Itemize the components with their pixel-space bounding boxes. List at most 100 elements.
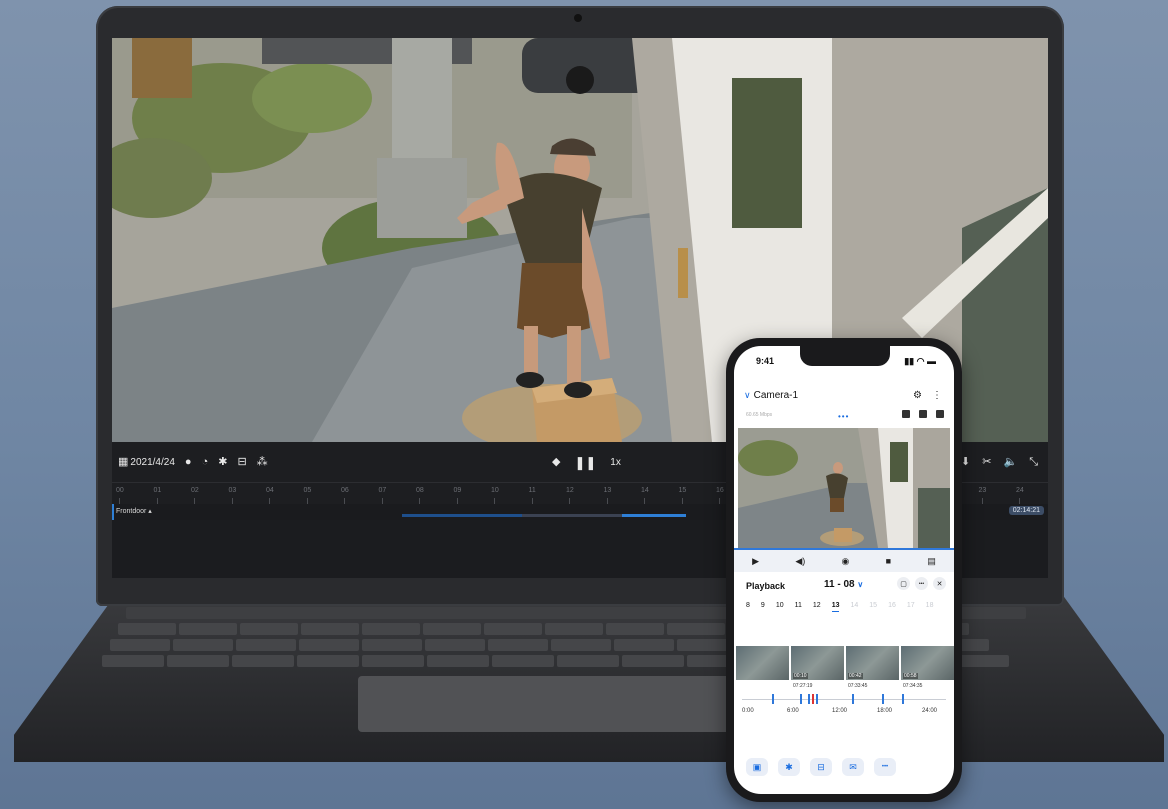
volume-icon[interactable]: 🔈 <box>1003 456 1017 468</box>
clip-duration: 00:58 <box>903 673 918 679</box>
chevron-down-icon: ∨ <box>857 580 864 589</box>
keyboard-key <box>622 655 684 667</box>
keyboard-key <box>118 623 176 635</box>
snapshot-icon[interactable]: ● <box>185 456 192 468</box>
motion-camera-button[interactable]: ▣ <box>746 758 768 776</box>
keyboard-key <box>492 655 554 667</box>
clip-duration: 00:10 <box>793 673 808 679</box>
day-option[interactable]: 16 <box>888 602 896 609</box>
clip-icon[interactable]: ◆ <box>552 456 560 468</box>
battery-icon[interactable] <box>936 410 944 418</box>
phone-screen: 9:41 ▮▮ ◠ ▬ ∨ Camera-1 ⚙ ⋮ 60.65 Mbps ••… <box>734 346 954 794</box>
event-marker[interactable] <box>816 694 818 704</box>
play-button[interactable]: ▶ <box>752 556 759 567</box>
close-icon[interactable]: ✕ <box>933 577 946 590</box>
clip-duration: 00:42 <box>848 673 863 679</box>
day-option[interactable]: 11 <box>795 602 802 609</box>
pause-button[interactable]: ❚❚ <box>574 456 596 469</box>
ellipsis-icon[interactable]: ••• <box>915 577 928 590</box>
phone-timeline[interactable] <box>742 694 946 704</box>
vehicle-detect-button[interactable]: ⊟ <box>810 758 832 776</box>
chevron-down-icon: ∨ <box>744 390 751 400</box>
event-thumbnail[interactable]: 00:10 07:27:19 <box>791 646 844 689</box>
cut-icon[interactable]: ✂ <box>982 456 991 468</box>
keyboard-key <box>425 639 485 651</box>
download-icon[interactable]: ⬇ <box>961 456 970 468</box>
timeline-label: 6:00 <box>787 708 799 714</box>
keyboard-key <box>488 639 548 651</box>
more-button[interactable]: ••• <box>874 758 896 776</box>
person-detect-button[interactable]: ✱ <box>778 758 800 776</box>
day-option[interactable]: 10 <box>776 602 784 609</box>
clock-icon[interactable]: ◔ <box>202 456 209 468</box>
motion-icon[interactable]: ✱ <box>218 456 227 468</box>
ruler-tick-label: 06 <box>341 487 349 494</box>
event-marker[interactable] <box>812 694 814 704</box>
calendar-icon[interactable]: ▦ <box>118 456 128 468</box>
event-thumbnail[interactable]: 00:42 07:33:45 <box>846 646 899 689</box>
playback-title: Playback <box>746 581 786 591</box>
day-option[interactable]: 8 <box>746 602 750 609</box>
ruler-tick-label: 10 <box>491 487 499 494</box>
day-option[interactable]: 9 <box>761 602 765 609</box>
message-button[interactable]: ✉ <box>842 758 864 776</box>
status-time: 9:41 <box>756 356 775 366</box>
ruler-tick-label: 03 <box>228 487 237 494</box>
event-marker[interactable] <box>800 694 802 704</box>
event-thumbnail[interactable] <box>736 646 789 680</box>
camera-icon[interactable]: ◉ <box>842 556 850 567</box>
record-icon[interactable]: ■ <box>886 556 891 566</box>
playback-date: 11 - 08 <box>824 579 855 590</box>
pet-icon[interactable]: ⁂ <box>257 456 268 468</box>
track-label: Frontdoor ▴ <box>116 508 152 515</box>
sd-card-icon[interactable] <box>902 410 910 418</box>
keyboard-key <box>362 639 422 651</box>
ruler-tick-label: 01 <box>153 487 162 494</box>
recording-segment[interactable] <box>402 514 522 517</box>
day-option[interactable]: 14 <box>850 602 858 609</box>
speed-label[interactable]: 1x <box>610 457 621 468</box>
phone-notch <box>800 346 890 366</box>
day-option[interactable]: 13 <box>831 602 839 612</box>
keyboard-key <box>362 655 424 667</box>
phone-video-feed[interactable] <box>738 428 950 548</box>
ruler-tick-label: 14 <box>641 487 649 494</box>
day-option[interactable]: 12 <box>813 602 821 609</box>
playback-date-selector[interactable]: 11 - 08 ∨ <box>824 579 863 590</box>
event-thumbnail[interactable]: 00:58 07:34:35 <box>901 646 954 689</box>
bottom-action-bar: ▣ ✱ ⊟ ✉ ••• <box>746 758 896 776</box>
recording-segment[interactable] <box>622 514 686 517</box>
keyboard-key <box>667 623 725 635</box>
event-marker[interactable] <box>772 694 774 704</box>
recording-segment[interactable] <box>112 504 114 520</box>
day-option[interactable]: 15 <box>869 602 877 609</box>
day-option[interactable]: 17 <box>907 602 915 609</box>
day-selector: 8 9 10 11 12 13 14 15 16 17 18 <box>746 602 934 612</box>
smartphone: 9:41 ▮▮ ◠ ▬ ∨ Camera-1 ⚙ ⋮ 60.65 Mbps ••… <box>726 338 962 802</box>
volume-icon[interactable]: ◀) <box>795 556 805 567</box>
clip-time: 07:33:45 <box>848 683 868 689</box>
ruler-tick-label: 08 <box>416 487 424 494</box>
camera-name: Camera-1 <box>753 390 799 401</box>
date-label[interactable]: 2021/4/24 <box>130 457 175 468</box>
trash-icon[interactable] <box>919 410 927 418</box>
quality-icon[interactable]: ▤ <box>927 556 936 567</box>
ruler-tick-label: 12 <box>566 487 574 494</box>
day-option[interactable]: 18 <box>926 602 934 609</box>
gear-icon[interactable]: ⚙ <box>913 390 922 401</box>
event-thumbnails: 00:10 07:27:19 00:42 07:33:45 00:58 07:34:35 <box>736 646 954 689</box>
event-marker[interactable] <box>902 694 904 704</box>
keyboard-key <box>297 655 359 667</box>
event-marker[interactable] <box>852 694 854 704</box>
keyboard-key <box>232 655 294 667</box>
camera-selector[interactable]: ∨ Camera-1 <box>744 390 798 401</box>
gallery-icon[interactable]: ▢ <box>897 577 910 590</box>
vehicle-icon[interactable]: ⊟ <box>237 456 246 468</box>
keyboard-key <box>427 655 489 667</box>
fullscreen-icon[interactable]: ⤡ <box>1029 456 1038 468</box>
event-marker[interactable] <box>808 694 810 704</box>
event-marker[interactable] <box>882 694 884 704</box>
recording-segment[interactable] <box>522 514 622 517</box>
page-indicator: ••• <box>838 412 850 421</box>
more-vertical-icon[interactable]: ⋮ <box>932 390 942 401</box>
